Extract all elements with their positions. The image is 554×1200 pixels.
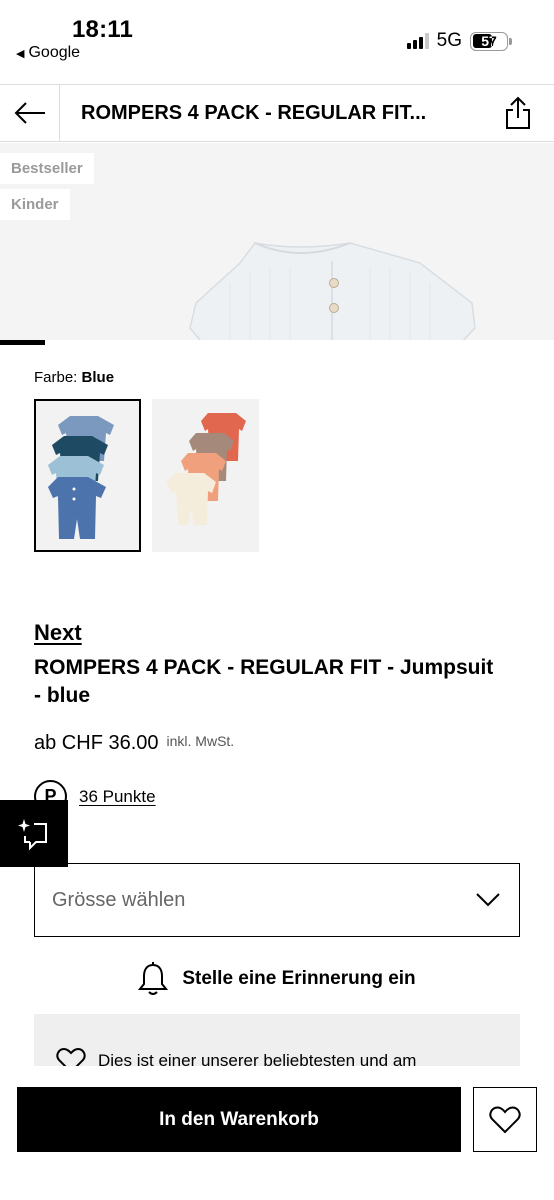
back-triangle-icon: ◀ bbox=[16, 47, 25, 60]
gallery-progress-indicator bbox=[0, 340, 45, 345]
popularity-text: Dies ist einer unserer beliebtesten und … bbox=[98, 1051, 417, 1066]
price: ab CHF 36.00 inkl. MwSt. bbox=[34, 732, 234, 755]
reminder-label: Stelle eine Erinnerung ein bbox=[182, 968, 416, 989]
product-image-gallery[interactable]: Bestseller Kinder bbox=[0, 143, 554, 346]
gallery-progress bbox=[0, 340, 554, 346]
network-label: 5G bbox=[436, 30, 462, 51]
set-reminder-button[interactable]: Stelle eine Erinnerung ein bbox=[0, 962, 554, 996]
status-indicators: 5G 57 bbox=[406, 30, 512, 52]
bestseller-badge: Bestseller bbox=[0, 153, 94, 184]
heart-icon bbox=[56, 1048, 86, 1066]
product-header: ROMPERS 4 PACK - REGULAR FIT... bbox=[0, 84, 554, 142]
popularity-info-box: Dies ist einer unserer beliebtesten und … bbox=[34, 1014, 520, 1066]
heart-icon bbox=[489, 1105, 521, 1133]
color-swatch-orange[interactable] bbox=[152, 399, 259, 552]
chevron-down-icon bbox=[476, 893, 500, 907]
back-app-label: Google bbox=[28, 44, 81, 61]
status-bar: 18:11 ◀ Google 5G 57 bbox=[0, 0, 554, 84]
product-name: ROMPERS 4 PACK - REGULAR FIT - Jumpsuit … bbox=[34, 656, 494, 707]
vat-note: inkl. MwSt. bbox=[166, 733, 235, 749]
back-to-app-link[interactable]: ◀ Google bbox=[16, 44, 80, 62]
share-button[interactable] bbox=[482, 85, 554, 141]
points-link[interactable]: 36 Punkte bbox=[79, 787, 156, 807]
wishlist-button[interactable] bbox=[473, 1087, 537, 1152]
brand-link[interactable]: Next bbox=[34, 620, 82, 646]
color-selected: Blue bbox=[81, 369, 115, 386]
page-title: ROMPERS 4 PACK - REGULAR FIT... bbox=[81, 101, 427, 124]
size-select[interactable]: Grösse wählen bbox=[34, 863, 520, 937]
price-value: ab CHF 36.00 bbox=[34, 732, 159, 754]
color-swatch-blue[interactable] bbox=[34, 399, 141, 552]
color-label-prefix: Farbe: bbox=[34, 369, 78, 386]
back-button[interactable] bbox=[0, 85, 60, 141]
bottom-action-bar: In den Warenkorb bbox=[0, 1066, 554, 1200]
battery-level: 57 bbox=[481, 33, 497, 49]
ai-assistant-button[interactable] bbox=[0, 800, 68, 867]
arrow-left-icon bbox=[14, 102, 45, 124]
size-select-placeholder: Grösse wählen bbox=[52, 888, 186, 911]
blue-rompers-thumbnail bbox=[47, 415, 114, 539]
color-label: Farbe: Blue bbox=[34, 369, 114, 386]
kinder-badge: Kinder bbox=[0, 189, 70, 220]
sparkle-chat-icon bbox=[18, 818, 47, 850]
orange-rompers-thumbnail bbox=[165, 412, 246, 525]
bell-icon bbox=[138, 962, 169, 995]
add-to-cart-button[interactable]: In den Warenkorb bbox=[17, 1087, 461, 1152]
share-icon bbox=[506, 96, 530, 129]
status-time: 18:11 bbox=[72, 16, 134, 43]
signal-icon bbox=[406, 33, 429, 49]
battery-icon: 57 bbox=[470, 31, 512, 51]
